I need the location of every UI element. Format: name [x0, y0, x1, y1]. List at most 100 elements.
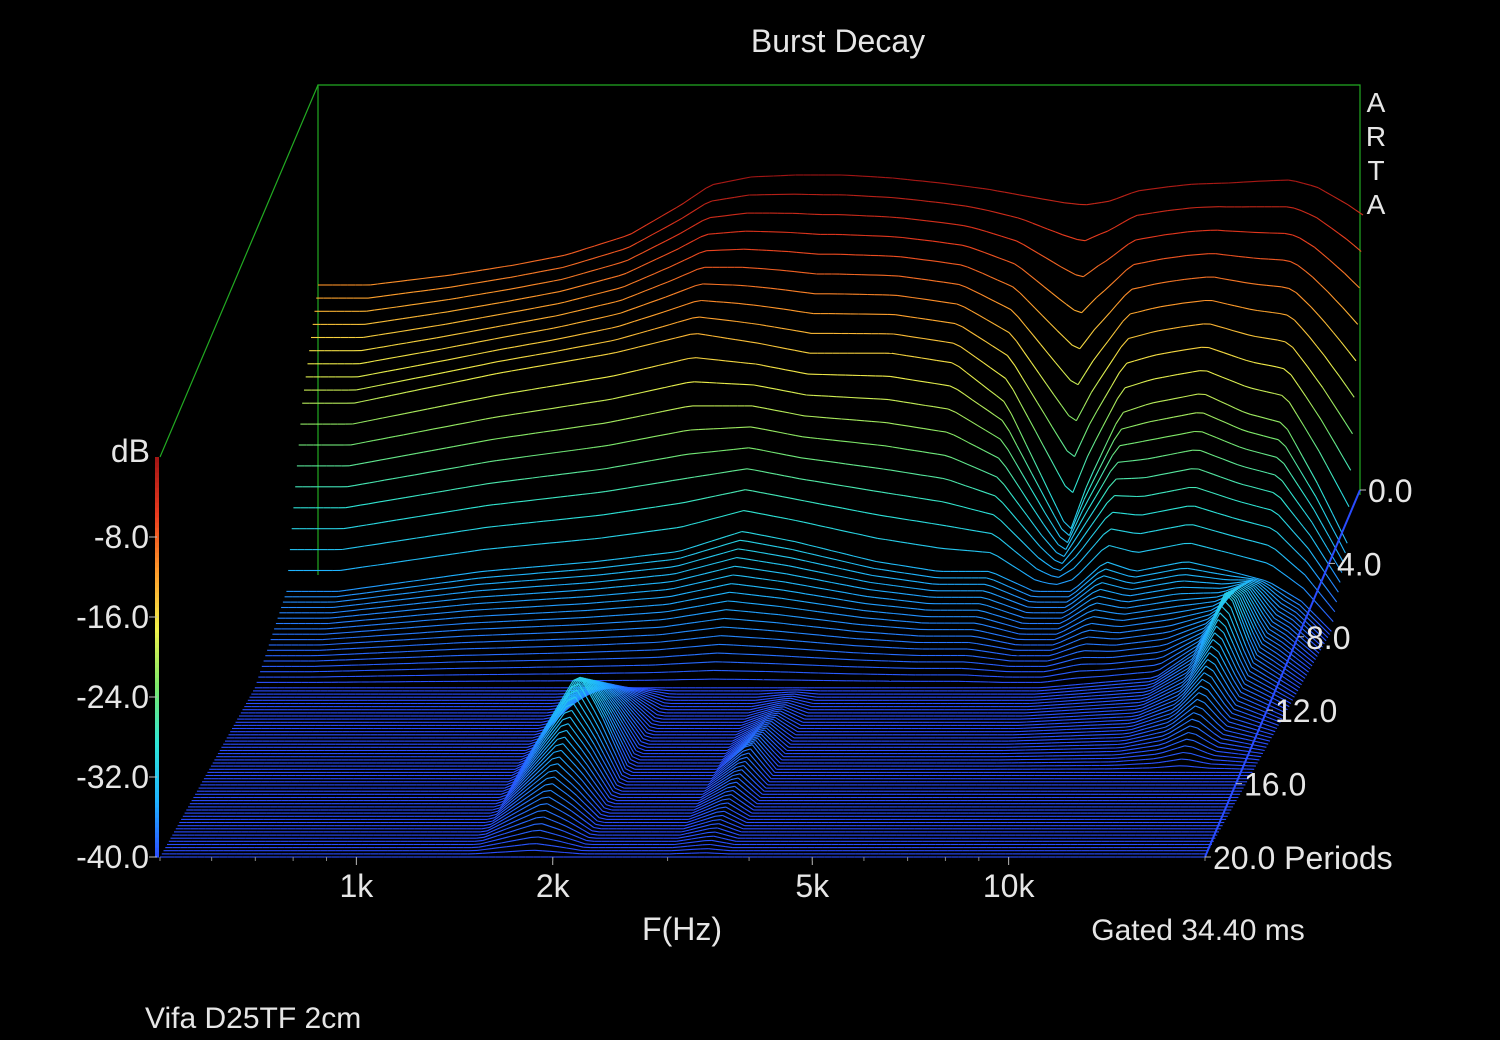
trace-segment — [411, 352, 420, 355]
trace-segment — [772, 345, 781, 348]
trace-segment — [468, 441, 477, 445]
trace-segment — [883, 468, 891, 471]
trace-segment — [1080, 612, 1088, 618]
trace-segment — [1144, 212, 1153, 215]
trace-segment — [425, 428, 434, 432]
trace-segment — [789, 328, 797, 332]
trace-segment — [723, 231, 731, 234]
trace-segment — [799, 478, 807, 481]
trace-segment — [336, 595, 345, 598]
trace-segment — [706, 562, 715, 567]
trace-segment — [1002, 576, 1011, 582]
trace-segment — [1138, 404, 1146, 408]
trace-segment — [433, 582, 442, 585]
trace-segment — [1320, 522, 1330, 537]
trace-segment — [382, 634, 391, 636]
trace-segment — [1041, 534, 1050, 545]
trace-segment — [918, 403, 926, 407]
trace-segment — [1128, 600, 1137, 603]
trace-segment — [991, 254, 1000, 259]
trace-segment — [559, 336, 568, 340]
trace-segment — [1095, 483, 1104, 498]
trace-segment — [371, 543, 380, 546]
trace-segment — [668, 527, 677, 530]
trace-segment — [495, 324, 504, 328]
trace-segment — [629, 555, 638, 559]
trace-segment — [828, 627, 837, 630]
trace-segment — [1188, 324, 1196, 327]
trace-segment — [1168, 653, 1177, 660]
trace-segment — [1232, 330, 1241, 334]
trace-segment — [859, 594, 868, 598]
trace-segment — [1250, 180, 1259, 183]
trace-segment — [519, 308, 528, 312]
trace-segment — [1082, 537, 1091, 549]
trace-segment — [622, 246, 630, 251]
trace-segment — [390, 498, 398, 501]
trace-segment — [1008, 237, 1017, 242]
trace-segment — [677, 406, 686, 409]
trace-segment — [912, 296, 920, 300]
trace-segment — [897, 599, 905, 602]
trace-segment — [673, 586, 681, 590]
trace-segment — [1092, 350, 1101, 362]
trace-segment — [1224, 440, 1232, 445]
trace-segment — [398, 581, 406, 584]
trace-segment — [672, 478, 680, 482]
trace-segment — [1114, 564, 1123, 568]
trace-segment — [1136, 422, 1145, 426]
trace-segment — [1335, 444, 1344, 458]
trace-segment — [567, 494, 576, 497]
trace-segment — [1104, 631, 1113, 634]
trace-segment — [1071, 533, 1080, 546]
trace-segment — [959, 460, 968, 465]
trace-segment — [757, 342, 766, 346]
trace-segment — [841, 606, 849, 609]
trace-segment — [683, 256, 692, 261]
trace-segment — [729, 320, 737, 323]
trace-segment — [956, 303, 965, 308]
trace-segment — [503, 370, 512, 373]
trace-segment — [637, 555, 645, 558]
trace-segment — [683, 523, 692, 527]
trace-segment — [498, 524, 507, 527]
trace-segment — [1023, 244, 1032, 250]
trace-segment — [1186, 430, 1195, 434]
trace-segment — [1214, 373, 1223, 378]
trace-segment — [710, 216, 718, 219]
trace-segment — [1351, 280, 1360, 289]
trace-segment — [700, 497, 709, 500]
trace-segment — [1234, 305, 1243, 309]
trace-segment — [468, 365, 476, 369]
trace-segment — [807, 292, 816, 295]
trace-segment — [880, 632, 889, 635]
trace-segment — [1307, 366, 1316, 378]
trace-segment — [599, 253, 608, 257]
trace-segment — [843, 599, 851, 602]
trace-segment — [634, 391, 643, 395]
trace-segment — [1079, 565, 1088, 574]
trace-segment — [1088, 636, 1096, 639]
trace-segment — [646, 220, 655, 226]
trace-segment — [758, 512, 767, 516]
trace-segment — [1102, 471, 1111, 485]
trace-segment — [385, 382, 394, 385]
trace-segment — [602, 340, 611, 344]
trace-segment — [545, 280, 554, 283]
trace-segment — [1010, 606, 1019, 611]
trace-segment — [324, 633, 333, 635]
trace-segment — [816, 579, 825, 582]
trace-segment — [1078, 618, 1087, 624]
trace-segment — [1125, 660, 1134, 663]
trace-segment — [1033, 459, 1042, 476]
trace-segment — [1110, 662, 1119, 665]
trace-segment — [1087, 440, 1096, 457]
trace-segment — [1313, 509, 1322, 524]
trace-segment — [1163, 527, 1171, 530]
trace-segment — [895, 606, 903, 609]
trace-segment — [1129, 214, 1138, 220]
trace-segment — [889, 216, 897, 219]
trace-segment — [759, 406, 768, 410]
trace-segment — [1032, 590, 1041, 592]
trace-segment — [696, 612, 704, 615]
